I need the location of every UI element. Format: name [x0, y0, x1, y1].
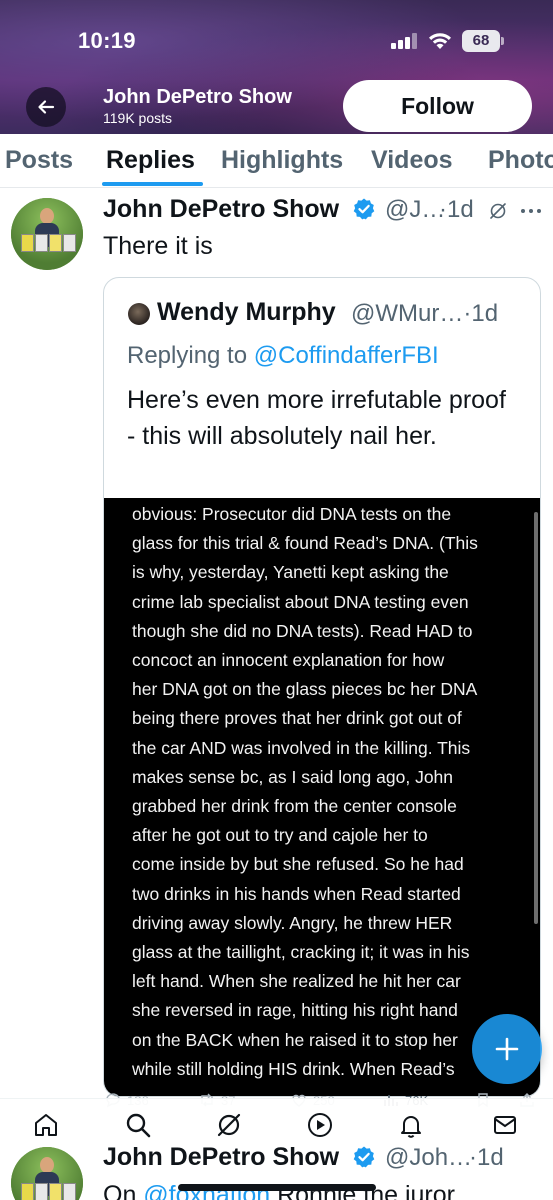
image-scrollbar	[534, 512, 538, 924]
image-text-line: glass at the taillight, cracking it; it …	[132, 942, 470, 963]
quoted-handle-text: @WMur…	[351, 300, 464, 327]
mail-icon[interactable]	[491, 1111, 519, 1139]
cellular-signal-icon	[391, 33, 417, 49]
verified-badge-icon	[353, 1146, 375, 1168]
tab-photos[interactable]: Photo	[488, 146, 553, 175]
image-text-line: on the BACK when he raised it to stop he…	[132, 1029, 458, 1050]
next-tweet-author[interactable]: John DePetro Show	[103, 1143, 339, 1172]
image-text-line: left hand. When she realized he hit her …	[132, 971, 461, 992]
quoted-tweet[interactable]: Wendy Murphy @WMur…·1d Replying to @Coff…	[103, 277, 541, 1097]
quoted-image[interactable]: obvious: Prosecutor did DNA tests on the…	[104, 498, 540, 1096]
image-text-line: come inside by but she refused. So he ha…	[132, 854, 464, 875]
back-button[interactable]	[26, 87, 66, 127]
next-tweet-time: ·1d	[469, 1144, 504, 1171]
image-text-line: after he got out to try and cajole her t…	[132, 825, 428, 846]
profile-header: 10:19 68 John DePetro Show 119K posts Fo…	[0, 0, 553, 134]
compose-button[interactable]	[472, 1014, 542, 1084]
image-text-line: she reversed in rage, hitting his right …	[132, 1000, 458, 1021]
avatar[interactable]	[11, 198, 83, 270]
quoted-author: Wendy Murphy	[157, 298, 336, 326]
replying-to-label: Replying to	[127, 342, 254, 369]
image-text-line: crime lab specialist about DNA testing e…	[132, 591, 469, 612]
tweet-text: There it is	[103, 232, 213, 260]
next-tweet-prefix: On	[103, 1181, 144, 1200]
tweet-handle: @J…	[385, 196, 446, 223]
status-time: 10:19	[78, 28, 136, 53]
more-dots-icon[interactable]	[520, 207, 542, 215]
quoted-avatar	[128, 303, 150, 325]
image-text-line: grabbed her drink from the center consol…	[132, 796, 457, 817]
image-text-line: obvious: Prosecutor did DNA tests on the	[132, 504, 452, 524]
image-text-line: the car AND was involved in the killing.…	[132, 737, 471, 758]
profile-name: John DePetro Show	[103, 86, 292, 108]
image-text-line: two drinks in his hands when Read starte…	[132, 883, 461, 904]
image-text-line: concoct an innocent explanation for how	[132, 650, 445, 671]
play-icon[interactable]	[306, 1111, 334, 1139]
avatar[interactable]	[11, 1147, 83, 1200]
grok-icon[interactable]	[488, 201, 508, 221]
tab-replies[interactable]: Replies	[106, 146, 195, 175]
image-text-line: her DNA got on the glass pieces bc her D…	[132, 679, 478, 700]
image-text-line: while still holding HIS drink. When Read…	[132, 1058, 455, 1079]
battery-level: 68	[462, 30, 500, 52]
battery-icon: 68	[462, 30, 504, 52]
wifi-icon	[429, 33, 451, 49]
replying-to-mention[interactable]: @CoffindafferFBI	[254, 342, 439, 369]
next-tweet-handle: @Joh…	[385, 1144, 473, 1171]
plus-icon	[495, 1037, 519, 1061]
post-count: 119K posts	[103, 110, 173, 126]
tab-videos[interactable]: Videos	[371, 146, 453, 175]
replying-to: Replying to @CoffindafferFBI	[127, 342, 439, 370]
tab-posts[interactable]: Posts	[5, 146, 73, 175]
home-indicator	[178, 1184, 376, 1191]
image-text-line: driving away slowly. Angry, he threw HER	[132, 912, 453, 933]
follow-button[interactable]: Follow	[343, 80, 532, 132]
bottom-navigation	[0, 1098, 553, 1148]
arrow-left-icon	[38, 100, 55, 114]
bell-icon[interactable]	[397, 1111, 425, 1139]
grok-icon[interactable]	[215, 1111, 243, 1139]
active-tab-indicator	[102, 182, 203, 186]
image-text-line: though she did no DNA tests). Read HAD t…	[132, 620, 473, 641]
quoted-image-text: obvious: Prosecutor did DNA tests on the…	[132, 500, 522, 1084]
image-text-line: makes sense bc, as I said long ago, John	[132, 766, 454, 787]
image-text-line: being there proves that her drink got ou…	[132, 708, 462, 729]
image-text-line: glass for this trial & found Read’s DNA.…	[132, 533, 478, 554]
profile-tabs: Posts Replies Highlights Videos Photo	[0, 134, 553, 188]
tweet-time: ·1d	[439, 196, 474, 223]
home-icon[interactable]	[32, 1111, 60, 1139]
image-text-line: is why, yesterday, Yanetti kept asking t…	[132, 562, 449, 583]
search-icon[interactable]	[124, 1111, 152, 1139]
quoted-time: ·1d	[463, 300, 499, 327]
tab-highlights[interactable]: Highlights	[221, 146, 343, 175]
quoted-handle: @WMur…·1d	[351, 300, 498, 328]
verified-badge-icon	[353, 198, 375, 220]
quoted-text: Here’s even more irrefutable proof - thi…	[127, 386, 506, 450]
tweet-author[interactable]: John DePetro Show	[103, 195, 339, 224]
